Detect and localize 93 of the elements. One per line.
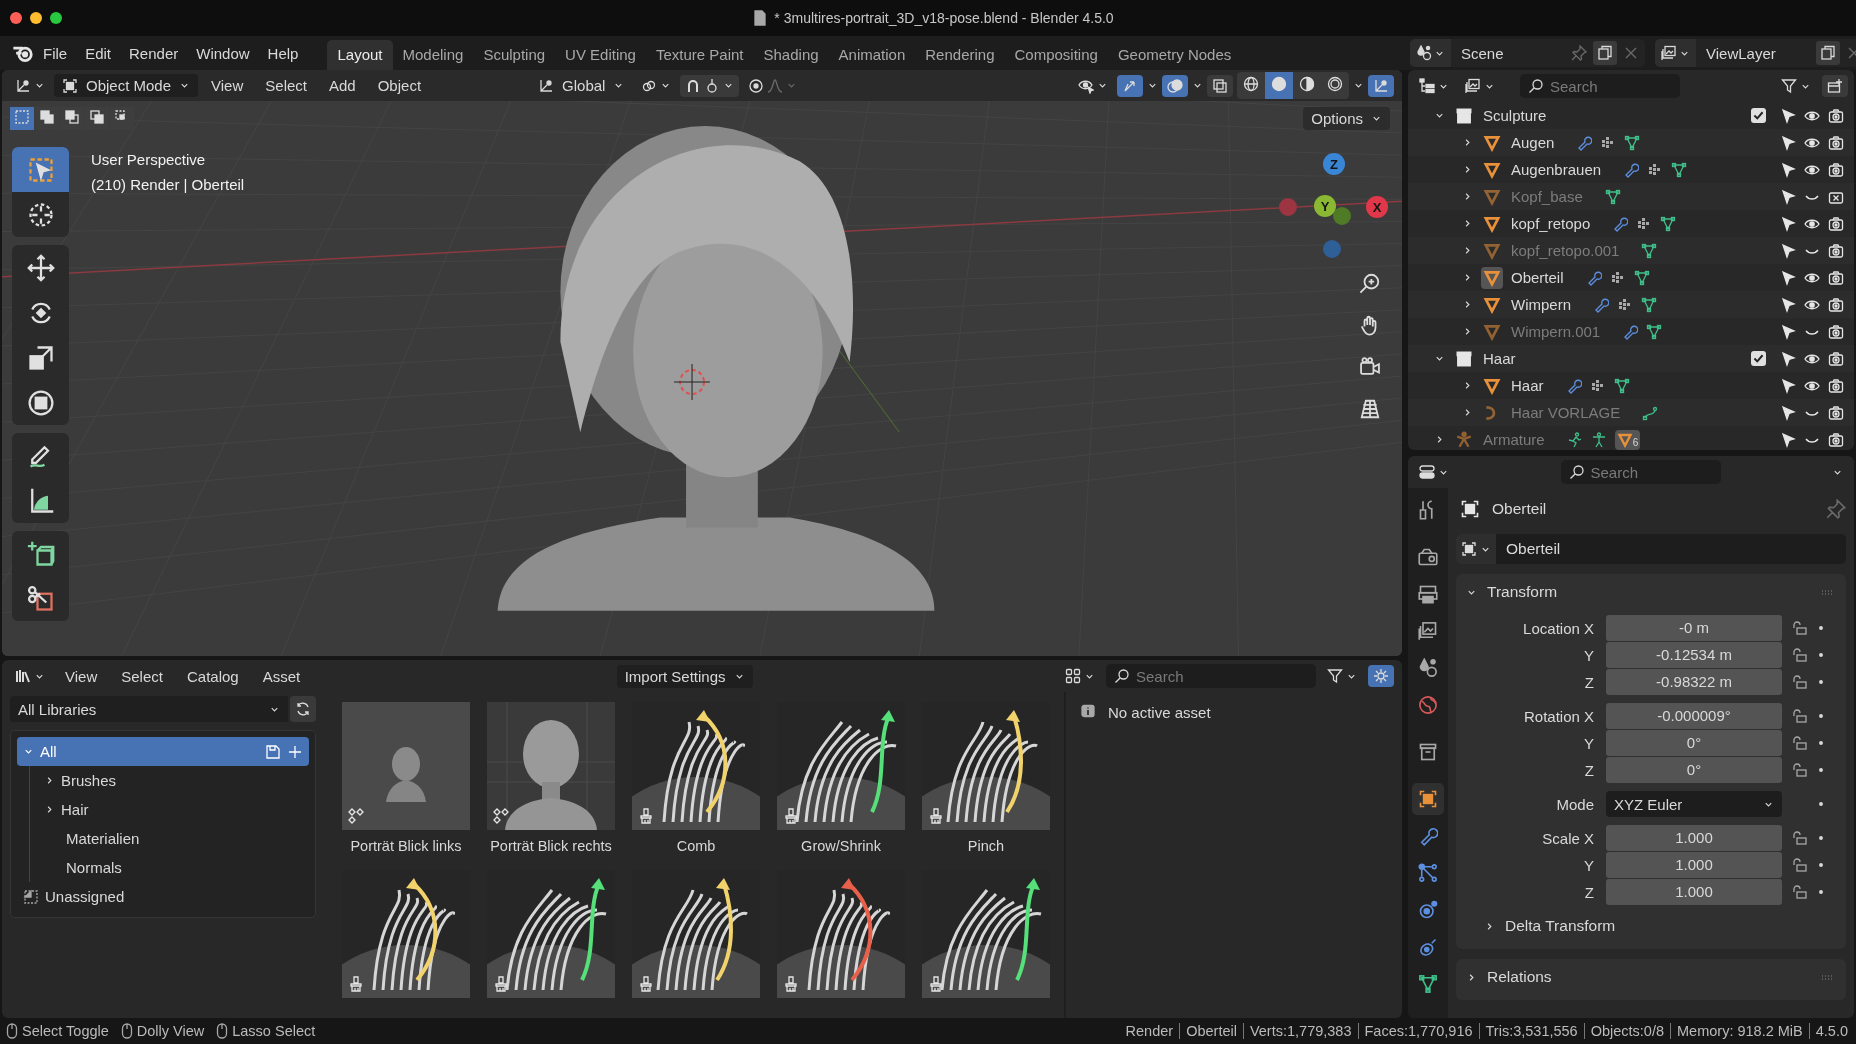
object-name: Oberteil xyxy=(1492,500,1547,518)
number-field[interactable]: -0.12534 m xyxy=(1606,642,1782,668)
category-item[interactable]: Normals xyxy=(30,853,309,882)
property-label: Scale X xyxy=(1541,829,1595,847)
child-objects-badge: 6 xyxy=(1614,429,1641,450)
menu-item[interactable]: View xyxy=(202,73,253,98)
property-label: Rotation X xyxy=(1522,707,1595,725)
workspace-tab[interactable]: Layout xyxy=(327,40,393,70)
outliner-item[interactable]: Wimpern xyxy=(1511,296,1571,313)
workspace-tab[interactable]: Rendering xyxy=(915,40,1005,70)
number-field[interactable]: 0° xyxy=(1606,730,1782,756)
property-label: Mode xyxy=(1555,795,1595,813)
category-item[interactable]: Hair xyxy=(30,795,309,824)
menu-item[interactable]: Select xyxy=(256,73,316,98)
menu-item[interactable]: Object xyxy=(368,73,431,98)
status-text: Render xyxy=(1125,1023,1174,1039)
number-field[interactable]: 1.000 xyxy=(1606,879,1782,905)
search-field[interactable]: Search xyxy=(1520,74,1680,98)
search-field[interactable]: Search xyxy=(1106,664,1316,688)
outliner-item[interactable]: Haar xyxy=(1511,377,1544,394)
status-text: Tris:3,531,556 xyxy=(1485,1023,1578,1039)
panel-title[interactable]: Transform xyxy=(1487,583,1558,601)
property-label: Z xyxy=(1583,761,1595,779)
status-text: Faces:1,770,916 xyxy=(1364,1023,1473,1039)
outliner-item[interactable]: kopf_retopo xyxy=(1511,215,1591,232)
panel-title[interactable]: Delta Transform xyxy=(1505,917,1616,935)
menu-item[interactable]: View xyxy=(56,663,107,689)
status-text: Objects:0/8 xyxy=(1590,1023,1665,1039)
import-settings-dropdown[interactable]: Import Settings xyxy=(616,664,753,688)
menu-item[interactable]: Render xyxy=(120,40,188,66)
workspace-tab[interactable]: Texture Paint xyxy=(645,40,754,70)
workspace-tab[interactable]: Shading xyxy=(753,40,829,70)
outliner-item[interactable]: Oberteil xyxy=(1511,269,1564,286)
workspace-tab[interactable]: Geometry Nodes xyxy=(1107,40,1242,70)
viewport-info-text: User Perspective xyxy=(91,150,207,170)
category-item[interactable]: All xyxy=(17,737,309,766)
mode-dropdown[interactable]: Object Mode xyxy=(54,74,199,97)
status-hint: Select Toggle xyxy=(22,1023,109,1039)
window-title: * 3multires-portrait_3D_v18-pose.blend - Blender 4.5.0 xyxy=(774,10,1114,26)
property-label: Y xyxy=(1583,734,1595,752)
number-field[interactable]: -0 m xyxy=(1606,615,1782,641)
number-field[interactable]: -0.000009° xyxy=(1606,703,1782,729)
library-dropdown[interactable]: All Libraries xyxy=(10,696,288,722)
orientation-dropdown[interactable]: Global xyxy=(530,74,633,97)
outliner-item[interactable]: Haar xyxy=(1483,350,1516,367)
workspace-tab[interactable]: Modeling xyxy=(392,40,474,70)
category-item[interactable]: Brushes xyxy=(30,766,309,795)
outliner-item[interactable]: Augen xyxy=(1511,134,1555,151)
status-text: Memory: 918.2 MiB xyxy=(1677,1023,1803,1039)
workspace-tab[interactable]: UV Editing xyxy=(555,40,646,70)
property-label: Z xyxy=(1583,883,1595,901)
workspace-tab[interactable]: Compositing xyxy=(1004,40,1108,70)
menu-item[interactable]: Window xyxy=(187,40,259,66)
panel-title[interactable]: Relations xyxy=(1487,968,1552,986)
category-item[interactable]: Unassigned xyxy=(17,882,309,911)
asset-name[interactable]: Pinch xyxy=(967,838,1005,854)
number-field[interactable]: 1.000 xyxy=(1606,852,1782,878)
menu-item[interactable]: Edit xyxy=(76,40,121,66)
status-text: Oberteil xyxy=(1186,1023,1237,1039)
outliner-item[interactable]: Armature xyxy=(1483,431,1545,448)
number-field[interactable]: 1.000 xyxy=(1606,825,1782,851)
menu-item[interactable]: Help xyxy=(258,40,308,66)
asset-name[interactable]: Porträt Blick links xyxy=(350,838,462,854)
menu-item[interactable]: Select xyxy=(112,663,172,689)
outliner-item[interactable]: Sculpture xyxy=(1483,107,1547,124)
object-name-field[interactable]: Oberteil xyxy=(1496,540,1561,558)
workspace-tab[interactable]: Animation xyxy=(828,40,916,70)
number-field[interactable]: -0.98322 m xyxy=(1606,669,1782,695)
outliner-item[interactable]: Wimpern.001 xyxy=(1511,323,1601,340)
outliner-item[interactable]: Augenbrauen xyxy=(1511,161,1602,178)
menu-item[interactable]: Catalog xyxy=(177,663,248,689)
property-label: Y xyxy=(1583,856,1595,874)
search-field[interactable]: Search xyxy=(1560,460,1721,484)
asset-name[interactable]: Comb xyxy=(676,838,716,854)
status-text: Verts:1,779,383 xyxy=(1249,1023,1352,1039)
property-label: Y xyxy=(1583,646,1595,664)
asset-name[interactable]: Porträt Blick rechts xyxy=(490,838,612,854)
status-text: 4.5.0 xyxy=(1815,1023,1848,1039)
viewport-info-text: (210) Render | Oberteil xyxy=(91,175,245,195)
options-dropdown[interactable]: Options xyxy=(1303,106,1390,130)
info-text: No active asset xyxy=(1108,704,1211,721)
category-item[interactable]: Materialien xyxy=(30,824,309,853)
property-label: Z xyxy=(1583,673,1595,691)
menu-item[interactable]: Asset xyxy=(253,663,310,689)
rotation-mode-dropdown[interactable]: XYZ Euler xyxy=(1606,791,1782,817)
workspace-tab[interactable]: Sculpting xyxy=(473,40,556,70)
status-hint: Lasso Select xyxy=(232,1023,316,1039)
number-field[interactable]: 0° xyxy=(1606,757,1782,783)
menu-item[interactable]: File xyxy=(34,40,77,66)
asset-name[interactable]: Grow/Shrink xyxy=(801,838,881,854)
status-hint: Dolly View xyxy=(136,1023,205,1039)
menu-item[interactable]: Add xyxy=(320,73,365,98)
property-label: Location X xyxy=(1522,619,1595,637)
